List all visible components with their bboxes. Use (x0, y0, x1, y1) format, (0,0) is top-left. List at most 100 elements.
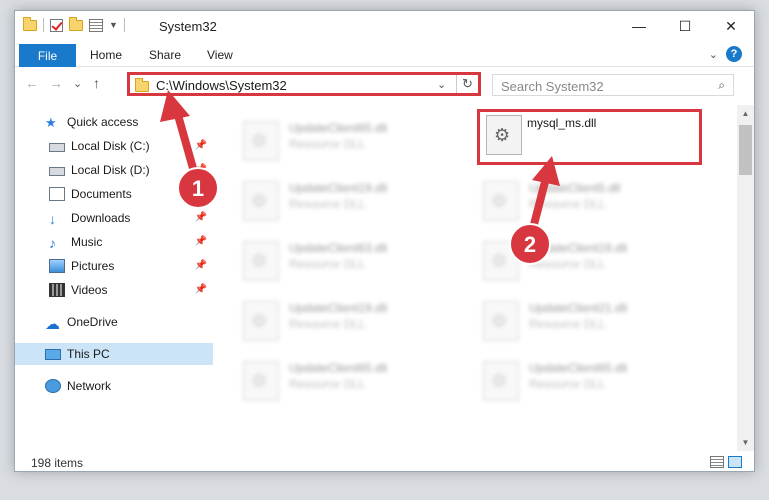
scroll-up-icon[interactable]: ▲ (737, 105, 754, 122)
dll-file-icon (243, 301, 279, 341)
properties-check-icon[interactable] (50, 18, 63, 32)
maximize-button[interactable]: ☐ (662, 11, 708, 41)
tab-home[interactable]: Home (90, 48, 122, 62)
forward-arrow-icon[interactable]: → (49, 75, 63, 91)
dll-file-icon (243, 361, 279, 401)
file-item[interactable]: UpdateClient65.dll Resource DLL (463, 355, 693, 405)
minimize-button[interactable]: — (616, 11, 662, 41)
sidebar-item-local-disk-d[interactable]: Local Disk (D:) 📌 (15, 159, 213, 181)
pin-icon[interactable]: 📌 (195, 284, 207, 295)
sidebar-item-onedrive[interactable]: ☁ OneDrive (15, 311, 213, 333)
file-item[interactable]: UpdateClient63.dll Resource DLL (223, 235, 453, 285)
new-folder-icon[interactable] (69, 16, 83, 31)
sidebar-item-downloads[interactable]: ↓ Downloads 📌 (15, 207, 213, 229)
status-bar: 198 items (15, 451, 754, 473)
tab-share[interactable]: Share (149, 48, 181, 62)
file-item[interactable]: UpdateClient19.dll Resource DLL (463, 235, 693, 285)
file-item-mysql-ms[interactable]: mysql_ms.dll (477, 109, 702, 165)
documents-icon (49, 187, 65, 201)
help-icon[interactable]: ? (726, 46, 742, 62)
back-arrow-icon[interactable]: ← (25, 75, 39, 91)
search-icon[interactable]: ⌕ (718, 78, 725, 93)
search-input[interactable]: Search System32 ⌕ (492, 74, 734, 96)
music-icon: ♪ (49, 235, 56, 251)
file-name: UpdateClient19.dll (289, 181, 388, 195)
pin-icon[interactable]: 📌 (195, 212, 207, 223)
file-item[interactable]: UpdateClient65.dll Resource DLL (223, 115, 453, 165)
sidebar-item-this-pc[interactable]: This PC (15, 343, 213, 365)
sidebar-item-documents[interactable]: Documents 📌 (15, 183, 213, 205)
recent-locations-icon[interactable]: ⌄ (73, 77, 82, 90)
sidebar-item-label: This PC (67, 347, 110, 361)
up-arrow-icon[interactable]: ↑ (93, 75, 100, 91)
download-icon: ↓ (49, 211, 56, 227)
address-path[interactable]: C:\Windows\System32 (156, 78, 287, 93)
scroll-down-icon[interactable]: ▼ (737, 434, 754, 451)
pin-icon[interactable]: 📌 (195, 164, 207, 175)
pin-icon[interactable]: 📌 (195, 236, 207, 247)
tab-file[interactable]: File (19, 44, 76, 67)
close-button[interactable]: ✕ (708, 11, 754, 41)
navigation-bar: ← → ⌄ ↑ C:\Windows\System32 ⌄ ↻ Search S… (15, 69, 754, 101)
file-name: UpdateClient63.dll (289, 241, 388, 255)
file-item[interactable]: UpdateClient5.dll Resource DLL (463, 175, 693, 225)
window-controls: — ☐ ✕ (616, 11, 754, 41)
dll-file-icon (483, 181, 519, 221)
item-count: 198 items (31, 456, 84, 470)
sidebar-item-music[interactable]: ♪ Music 📌 (15, 231, 213, 253)
pin-icon[interactable]: 📌 (195, 260, 207, 271)
sidebar-item-label: Local Disk (C:) (71, 139, 150, 153)
ribbon-tabs: File Home Share View ⌄ ? (15, 43, 754, 67)
file-type: Resource DLL (289, 377, 366, 391)
tab-view[interactable]: View (207, 48, 233, 62)
star-icon: ★ (45, 115, 57, 130)
file-name: UpdateClient5.dll (529, 181, 621, 195)
file-item[interactable]: UpdateClient19.dll Resource DLL (223, 175, 453, 225)
quick-access-toolbar: ▼ (23, 16, 125, 32)
vertical-scrollbar[interactable]: ▲ ▼ (737, 105, 754, 451)
expand-ribbon-icon[interactable]: ⌄ (709, 48, 718, 61)
file-name: UpdateClient65.dll (529, 361, 628, 375)
pin-icon[interactable]: 📌 (195, 140, 207, 151)
file-type: Resource DLL (289, 197, 366, 211)
sidebar-item-label: Pictures (71, 259, 115, 273)
file-item[interactable]: UpdateClient21.dll Resource DLL (463, 295, 693, 345)
refresh-icon[interactable]: ↻ (456, 75, 478, 93)
details-view-icon[interactable] (710, 456, 724, 468)
dll-file-icon (243, 241, 279, 281)
sidebar-item-local-disk-c[interactable]: Local Disk (C:) 📌 (15, 135, 213, 157)
dll-file-icon (243, 121, 279, 161)
title-bar: ▼ System32 — ☐ ✕ (15, 11, 754, 43)
customize-icon[interactable] (89, 18, 103, 32)
sidebar-item-quick-access[interactable]: ★ Quick access (15, 111, 213, 133)
search-placeholder: Search System32 (501, 79, 604, 94)
large-icons-view-icon[interactable] (728, 456, 742, 468)
file-item[interactable]: UpdateClient19.dll Resource DLL (223, 295, 453, 345)
sidebar-item-videos[interactable]: Videos 📌 (15, 279, 213, 301)
drive-icon (49, 167, 65, 176)
sidebar-item-pictures[interactable]: Pictures 📌 (15, 255, 213, 277)
scrollbar-thumb[interactable] (739, 125, 752, 175)
pin-icon[interactable]: 📌 (195, 188, 207, 199)
sidebar-item-label: Local Disk (D:) (71, 163, 150, 177)
file-name: UpdateClient65.dll (289, 361, 388, 375)
address-bar[interactable]: C:\Windows\System32 ⌄ ↻ (127, 72, 481, 96)
window-title: System32 (159, 19, 217, 34)
sidebar-item-label: Videos (71, 283, 108, 297)
file-name: UpdateClient19.dll (529, 241, 628, 255)
navigation-pane: ★ Quick access Local Disk (C:) 📌 Local D… (15, 105, 213, 449)
address-dropdown-icon[interactable]: ⌄ (437, 78, 446, 91)
sidebar-item-label: Quick access (67, 115, 139, 129)
file-name: UpdateClient21.dll (529, 301, 628, 315)
qat-dropdown-icon[interactable]: ▼ (109, 20, 118, 30)
file-type: Resource DLL (529, 257, 606, 271)
ribbon-right: ⌄ ? (709, 46, 742, 62)
file-type: Resource DLL (529, 197, 606, 211)
file-item[interactable]: UpdateClient65.dll Resource DLL (223, 355, 453, 405)
folder-icon (135, 78, 149, 92)
computer-icon (45, 348, 61, 360)
videos-icon (49, 283, 65, 297)
sidebar-item-network[interactable]: Network (15, 375, 213, 397)
file-type: Resource DLL (529, 317, 606, 331)
separator (43, 18, 44, 32)
